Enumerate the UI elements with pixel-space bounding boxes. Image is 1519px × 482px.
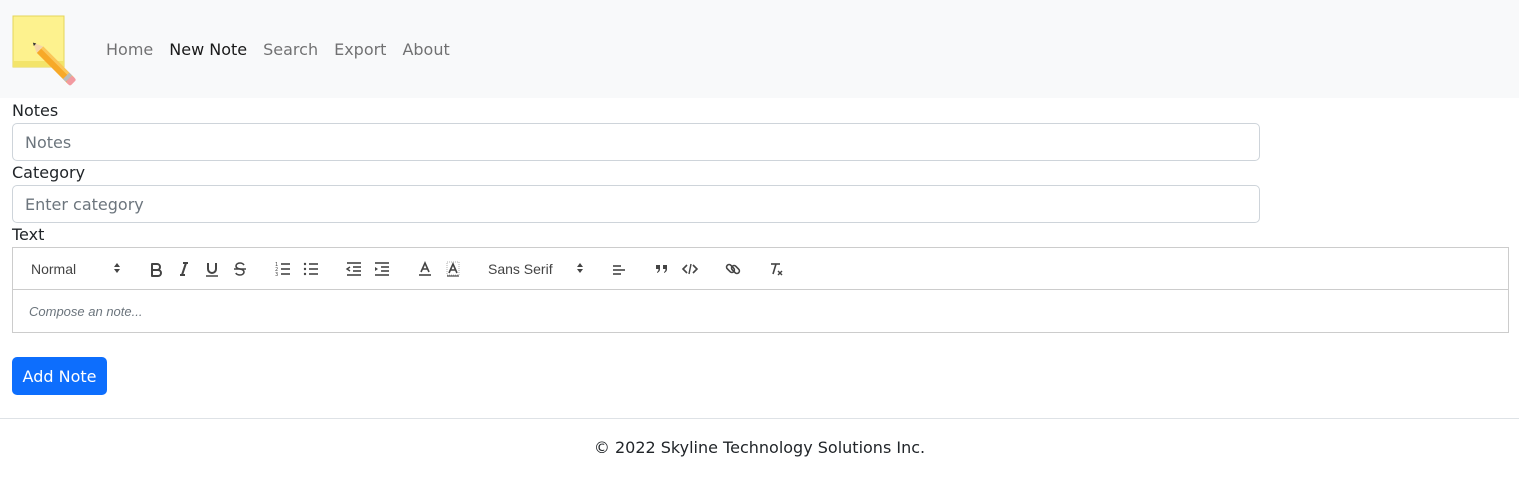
notes-input[interactable] [12,123,1260,161]
svg-text:3: 3 [275,272,278,278]
add-note-button[interactable]: Add Note [12,357,107,395]
bullet-list-icon[interactable] [297,257,325,281]
notes-label: Notes [12,101,59,120]
ordered-list-icon[interactable]: 123 [269,257,297,281]
editor-content[interactable]: Compose an note... [13,290,1508,332]
outdent-icon[interactable] [340,257,368,281]
copyright-text: © 2022 Skyline Technology Solutions Inc. [593,438,926,457]
font-select[interactable]: Sans Serif [482,261,590,277]
italic-icon[interactable] [170,257,198,281]
header-select-value: Normal [31,260,77,277]
blockquote-icon[interactable] [648,257,676,281]
category-label: Category [12,163,86,182]
category-input[interactable] [12,185,1260,223]
select-arrows-icon [113,261,121,277]
bold-icon[interactable] [142,257,170,281]
header-select[interactable]: Normal [25,261,127,277]
font-select-value: Sans Serif [488,260,553,277]
select-arrows-icon [576,261,584,277]
rich-text-editor: Normal 123 Sans Serif Compose an note... [12,247,1509,333]
indent-icon[interactable] [368,257,396,281]
link-icon[interactable] [719,257,747,281]
text-color-icon[interactable] [411,257,439,281]
new-note-form: Notes Category Text Normal [0,0,1519,395]
align-icon[interactable] [605,257,633,281]
underline-icon[interactable] [198,257,226,281]
strikethrough-icon[interactable] [226,257,254,281]
code-block-icon[interactable] [676,257,704,281]
clear-format-icon[interactable] [762,257,790,281]
footer: © 2022 Skyline Technology Solutions Inc. [0,418,1519,457]
text-label: Text [12,225,45,244]
editor-toolbar: Normal 123 Sans Serif [13,248,1508,290]
background-color-icon[interactable] [439,257,467,281]
